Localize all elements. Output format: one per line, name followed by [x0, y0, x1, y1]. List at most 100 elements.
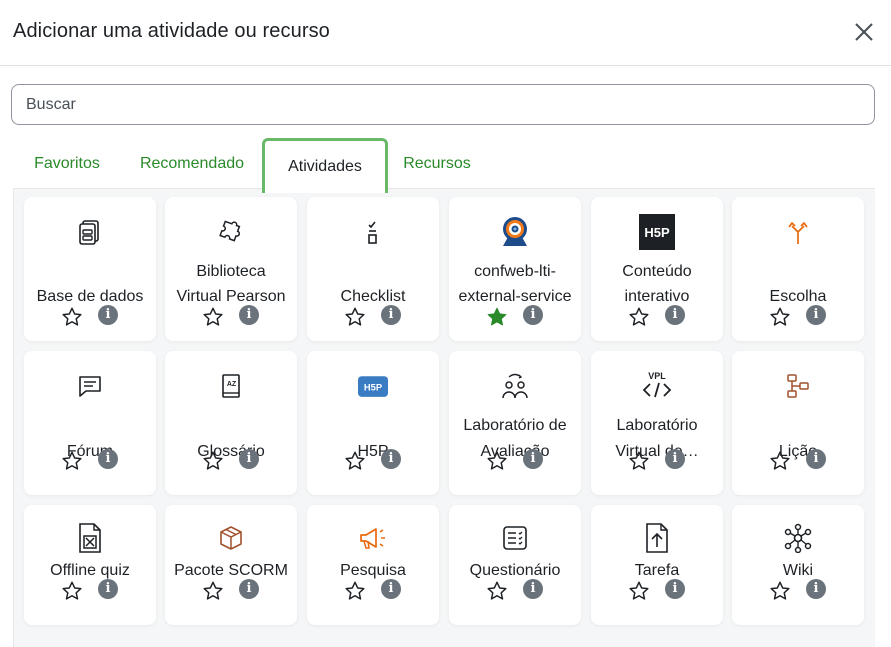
activity-card[interactable]: Laboratório de Avaliação i	[449, 351, 581, 495]
close-icon[interactable]	[850, 18, 878, 46]
activity-name: Wiki	[782, 562, 814, 579]
activity-card[interactable]: Escolha i	[732, 197, 864, 341]
info-icon[interactable]: i	[665, 305, 685, 325]
info-icon[interactable]: i	[523, 579, 543, 599]
info-icon[interactable]: i	[98, 305, 118, 325]
choice-icon	[732, 215, 864, 249]
activity-card[interactable]: Lição i	[732, 351, 864, 495]
activity-name: Pacote SCORM	[174, 562, 288, 579]
info-icon[interactable]: i	[381, 305, 401, 325]
offline-quiz-icon	[24, 521, 156, 555]
star-icon[interactable]	[628, 580, 650, 602]
search-input[interactable]	[11, 84, 875, 125]
tab-recomendado[interactable]: Recomendado	[131, 138, 253, 190]
activity-name-line1: Biblioteca	[196, 263, 266, 280]
activity-card[interactable]: Tarefa i	[591, 505, 723, 625]
forum-icon	[24, 369, 156, 403]
star-icon[interactable]	[769, 306, 791, 328]
star-icon[interactable]	[202, 450, 224, 472]
tab-atividades[interactable]: Atividades	[262, 138, 388, 193]
star-icon[interactable]	[202, 580, 224, 602]
star-icon[interactable]	[628, 450, 650, 472]
activity-card[interactable]: Questionário i	[449, 505, 581, 625]
info-icon[interactable]: i	[98, 579, 118, 599]
activity-name-line1: Laboratório	[616, 417, 698, 434]
info-icon[interactable]: i	[523, 305, 543, 325]
activity-name-line1: Conteúdo	[622, 263, 692, 280]
activity-card[interactable]: Pesquisa i	[307, 505, 439, 625]
activity-name: Lição	[778, 443, 818, 460]
activity-name: Pesquisa	[340, 562, 406, 579]
activity-card[interactable]: Glossário i	[165, 351, 297, 495]
checklist-icon	[307, 215, 439, 249]
activity-card[interactable]: Checklist i	[307, 197, 439, 341]
info-icon[interactable]: i	[806, 305, 826, 325]
puzzle-icon	[165, 215, 297, 249]
activity-card[interactable]: Fórum i	[24, 351, 156, 495]
activity-name: Checklist	[340, 288, 406, 305]
info-icon[interactable]: i	[239, 305, 259, 325]
activity-card[interactable]: Offline quiz i	[24, 505, 156, 625]
activity-name: Questionário	[469, 562, 561, 579]
activity-card[interactable]: Conteúdo interativo i	[591, 197, 723, 341]
info-icon[interactable]: i	[806, 579, 826, 599]
activity-card[interactable]: Laboratório Virtual de… i	[591, 351, 723, 495]
activity-name: Escolha	[769, 288, 827, 305]
quiz-icon	[449, 521, 581, 555]
dialog-title: Adicionar uma atividade ou recurso	[13, 20, 330, 42]
star-icon[interactable]	[61, 450, 83, 472]
webcam-icon	[449, 215, 581, 249]
activity-name: H5P	[357, 443, 389, 460]
star-icon[interactable]	[344, 580, 366, 602]
info-icon[interactable]: i	[239, 449, 259, 469]
activity-card[interactable]: H5P i	[307, 351, 439, 495]
info-icon[interactable]: i	[665, 579, 685, 599]
info-icon[interactable]: i	[806, 449, 826, 469]
tab-recursos[interactable]: Recursos	[395, 138, 479, 190]
activity-name: external-service	[458, 288, 572, 305]
scorm-icon	[165, 521, 297, 555]
close-button[interactable]	[850, 18, 878, 46]
activity-name: Avaliação	[480, 443, 550, 460]
star-icon[interactable]	[61, 580, 83, 602]
tab-favoritos[interactable]: Favoritos	[18, 138, 116, 190]
lesson-icon	[732, 369, 864, 403]
star-icon[interactable]	[344, 450, 366, 472]
info-icon[interactable]: i	[381, 579, 401, 599]
activity-card[interactable]: Wiki i	[732, 505, 864, 625]
activity-grid: Base de dados i Biblioteca Virtual Pearson i…	[13, 188, 875, 647]
star-filled-icon[interactable]	[486, 306, 508, 328]
activity-card[interactable]: Base de dados i	[24, 197, 156, 341]
activity-name: Tarefa	[634, 562, 680, 579]
info-icon[interactable]: i	[381, 449, 401, 469]
activity-name: Fórum	[66, 443, 114, 460]
info-icon[interactable]: i	[523, 449, 543, 469]
star-icon[interactable]	[486, 450, 508, 472]
h5p-icon	[307, 369, 439, 403]
tab-bar: Favoritos Recomendado Atividades Recurso…	[13, 138, 875, 193]
activity-card[interactable]: Pacote SCORM i	[165, 505, 297, 625]
database-icon	[24, 215, 156, 249]
activity-name: Virtual Pearson	[176, 288, 286, 305]
star-icon[interactable]	[769, 580, 791, 602]
star-icon[interactable]	[628, 306, 650, 328]
wiki-icon	[732, 521, 864, 555]
assignment-icon	[591, 521, 723, 555]
star-icon[interactable]	[486, 580, 508, 602]
h5p-dark-icon	[591, 215, 723, 249]
info-icon[interactable]: i	[665, 449, 685, 469]
activity-card[interactable]: confweb-lti-external-service i	[449, 197, 581, 341]
activity-name: Virtual de…	[615, 443, 699, 460]
activity-name-line1: Laboratório de	[463, 417, 567, 434]
star-icon[interactable]	[344, 306, 366, 328]
activity-name: Base de dados	[36, 288, 144, 305]
star-icon[interactable]	[769, 450, 791, 472]
info-icon[interactable]: i	[239, 579, 259, 599]
activity-card[interactable]: Biblioteca Virtual Pearson i	[165, 197, 297, 341]
star-icon[interactable]	[61, 306, 83, 328]
megaphone-icon	[307, 521, 439, 555]
activity-name: Offline quiz	[50, 562, 130, 579]
info-icon[interactable]: i	[98, 449, 118, 469]
star-icon[interactable]	[202, 306, 224, 328]
workshop-icon	[449, 369, 581, 403]
